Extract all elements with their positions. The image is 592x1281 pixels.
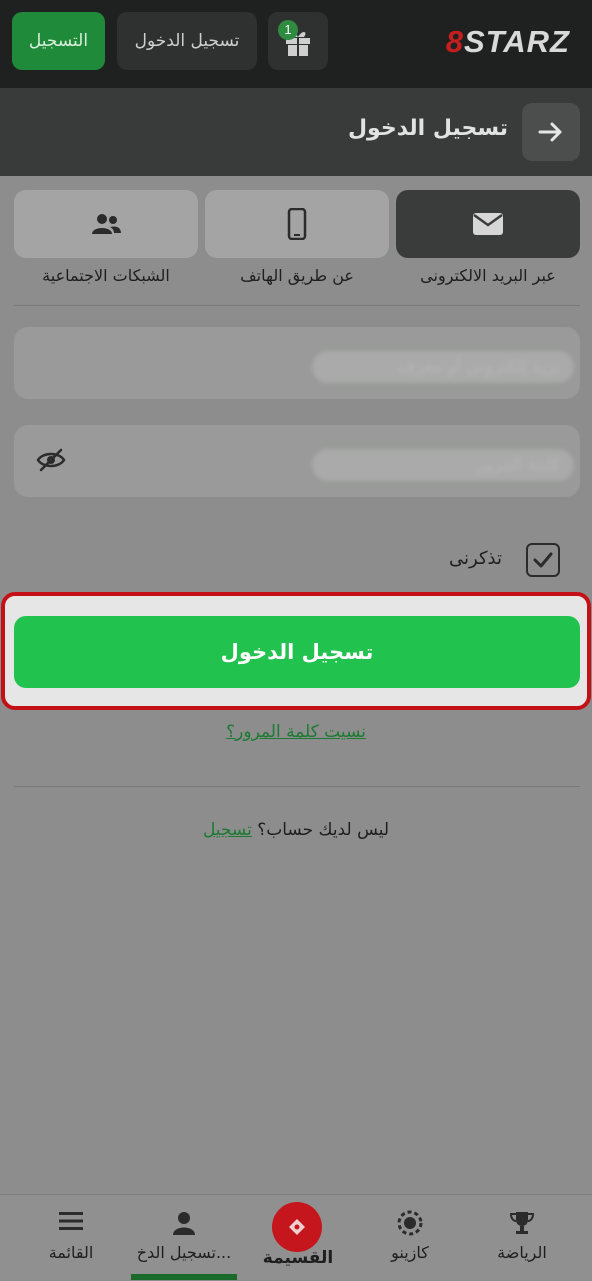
tab-email[interactable]	[396, 190, 580, 258]
nav-menu[interactable]: القائمة	[12, 1195, 130, 1281]
email-value: بريد إلكتروني أو معرف	[312, 351, 574, 383]
tab-email-label: عبر البريد الالكترونى	[420, 266, 556, 285]
nav-casino[interactable]: كازينو	[351, 1195, 469, 1281]
nav-menu-label: القائمة	[48, 1243, 94, 1262]
divider	[14, 786, 580, 787]
header-login-button[interactable]: تسجيل الدخول	[117, 12, 257, 70]
top-header: 8STARZ 1 تسجيل الدخول التسجيل	[0, 0, 592, 88]
no-account-prompt: ليس لديك حساب؟ تسجيل	[0, 820, 592, 840]
nav-casino-label: كازينو	[391, 1243, 429, 1262]
checkmark-icon	[533, 552, 553, 568]
page-header: تسجيل الدخول	[0, 88, 592, 176]
ticket-icon	[289, 1219, 305, 1235]
tab-social-label: الشبكات الاجتماعية	[42, 266, 170, 285]
tab-phone[interactable]	[205, 190, 389, 258]
nav-login[interactable]: تسجيل الدخ...	[125, 1195, 243, 1281]
gift-count-badge: 1	[278, 20, 298, 40]
no-account-text: ليس لديك حساب؟	[257, 820, 390, 840]
gift-button[interactable]: 1	[268, 12, 328, 70]
remember-me-label: تذكرنى	[449, 548, 502, 569]
users-icon	[92, 214, 121, 234]
forgot-password-link[interactable]: نسيت كلمة المرور؟	[0, 722, 592, 742]
active-tab-indicator	[131, 1274, 237, 1280]
header-register-button[interactable]: التسجيل	[12, 12, 105, 70]
trophy-icon	[509, 1212, 535, 1234]
nav-sports-label: الرياضة	[497, 1243, 547, 1262]
user-icon	[173, 1212, 195, 1235]
remember-me-checkbox[interactable]	[526, 543, 560, 577]
phone-icon	[287, 208, 307, 240]
login-submit-button[interactable]: تسجيل الدخول	[14, 616, 580, 688]
page-title: تسجيل الدخول	[347, 116, 508, 141]
back-button[interactable]	[522, 103, 580, 161]
register-link[interactable]: تسجيل	[203, 820, 252, 840]
envelope-icon	[473, 213, 503, 235]
nav-login-label: تسجيل الدخ...	[136, 1243, 232, 1262]
divider	[14, 305, 580, 306]
password-field[interactable]: كلمة المرور	[14, 425, 580, 497]
menu-icon	[59, 1212, 83, 1230]
eye-slash-icon[interactable]	[36, 447, 66, 473]
password-value: كلمة المرور	[312, 449, 574, 481]
nav-betslip[interactable]	[272, 1202, 322, 1252]
nav-sports[interactable]: الرياضة	[463, 1195, 581, 1281]
tab-phone-label: عن طريق الهاتف	[240, 266, 354, 285]
email-field[interactable]: بريد إلكتروني أو معرف	[14, 327, 580, 399]
nav-betslip-label: القسيمة	[262, 1248, 334, 1268]
casino-chip-icon	[397, 1210, 423, 1236]
brand-logo[interactable]: 8STARZ	[446, 24, 570, 60]
arrow-right-icon	[538, 122, 562, 142]
tab-social[interactable]	[14, 190, 198, 258]
